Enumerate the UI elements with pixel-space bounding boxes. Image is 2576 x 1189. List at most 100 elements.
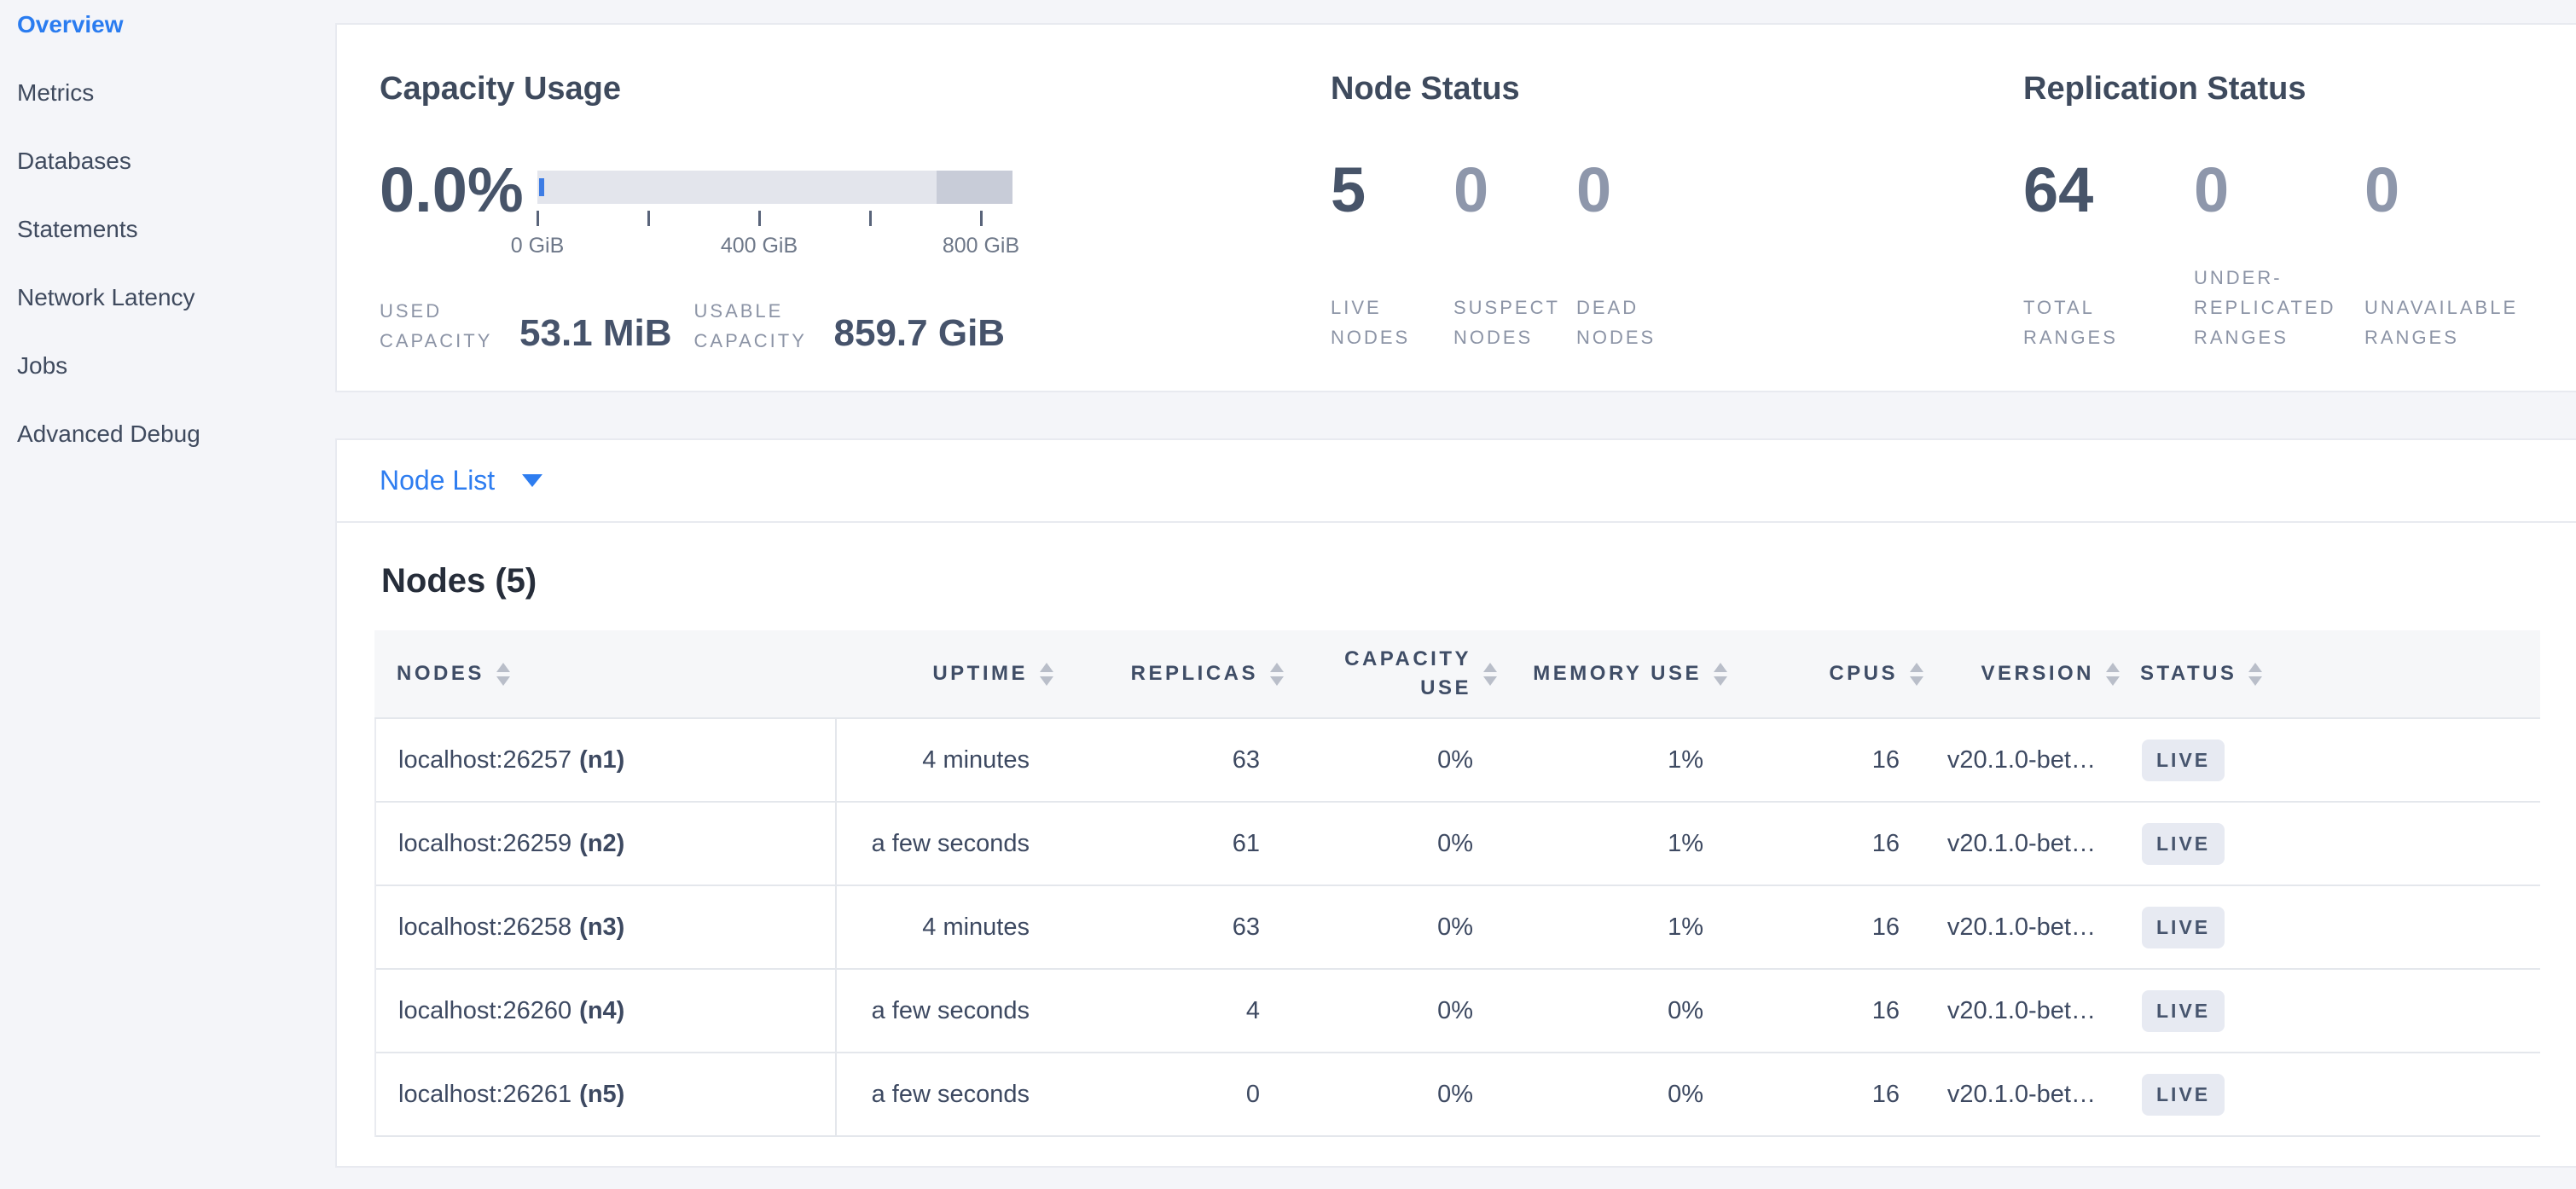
sort-down-icon [1714, 676, 1727, 686]
node-status-stat: 5 LIVE NODES [1331, 158, 1453, 352]
capacity-stats: USED CAPACITY 53.1 MiB USABLE CAPACITY 8… [380, 296, 1331, 352]
column-header[interactable]: MEMORY USE [1511, 630, 1741, 717]
node-id: (n5) [579, 1081, 624, 1109]
column-header[interactable]: CPUS [1741, 630, 1937, 717]
sort-icon [2106, 663, 2120, 686]
node-address-link[interactable]: localhost:26257 [398, 746, 571, 774]
sidebar-item[interactable]: Databases [0, 136, 335, 186]
stat-label: LIVE NODES [1331, 293, 1453, 352]
stat-label: UNAVAILABLE RANGES [2364, 293, 2535, 352]
sidebar-item[interactable]: Metrics [0, 68, 335, 118]
main-content: Capacity Usage 0.0% 0 GiB [335, 0, 2576, 1189]
tick-mark [758, 211, 761, 226]
column-header[interactable]: NODES [374, 630, 835, 717]
node-id: (n3) [579, 914, 624, 942]
replicas-cell: 63 [1069, 719, 1299, 801]
uptime-cell: 4 minutes [837, 719, 1069, 801]
chevron-down-icon [522, 474, 542, 487]
column-header[interactable]: UPTIME [835, 630, 1067, 717]
tick-label: 0 GiB [478, 234, 597, 258]
column-header[interactable]: REPLICAS [1067, 630, 1297, 717]
memory-use-cell: 1% [1512, 719, 1743, 801]
cpus-cell: 16 [1743, 970, 1939, 1052]
column-header-label: MEMORY USE [1533, 659, 1702, 688]
table-row[interactable]: localhost:26261 (n5) a few seconds 0 0% … [376, 1053, 2540, 1137]
tick-mark [980, 211, 983, 226]
nodes-heading: Nodes (5) [381, 562, 2540, 600]
column-header[interactable]: VERSION [1937, 630, 2133, 717]
table-row[interactable]: localhost:26260 (n4) a few seconds 4 0% … [376, 970, 2540, 1053]
node-list-dropdown-label: Node List [380, 465, 495, 496]
node-address-link[interactable]: localhost:26259 [398, 830, 571, 858]
sort-icon [1270, 663, 1284, 686]
node-status-stat: 0 SUSPECT NODES [1453, 158, 1576, 352]
node-list-dropdown[interactable]: Node List [380, 465, 542, 496]
replicas-cell: 0 [1069, 1053, 1299, 1135]
sort-down-icon [1483, 676, 1497, 686]
status-badge: LIVE [2142, 1074, 2225, 1116]
sort-down-icon [496, 676, 510, 686]
sidebar-item[interactable]: Statements [0, 205, 335, 254]
capacity-use-cell: 0% [1299, 886, 1512, 968]
uptime-cell: a few seconds [837, 1053, 1069, 1135]
node-address-link[interactable]: localhost:26260 [398, 997, 571, 1025]
axis-tick: 800 GiB [921, 211, 1041, 258]
nodes-table-body: localhost:26257 (n1) 4 minutes 63 0% 1% … [374, 719, 2540, 1137]
column-header-label: CPUS [1829, 659, 1898, 688]
node-address-link[interactable]: localhost:26261 [398, 1081, 571, 1109]
memory-use-cell: 1% [1512, 886, 1743, 968]
stat-value: 5 [1331, 158, 1453, 223]
axis-tick: 400 GiB [699, 211, 819, 258]
status-cell: LIVE [2135, 803, 2540, 884]
sort-down-icon [2106, 676, 2120, 686]
node-cell: localhost:26261 (n5) [376, 1053, 837, 1135]
node-cell: localhost:26258 (n3) [376, 886, 837, 968]
uptime-cell: a few seconds [837, 970, 1069, 1052]
capacity-bar-chart: 0 GiB 400 GiB [537, 171, 1012, 265]
replicas-cell: 63 [1069, 886, 1299, 968]
node-address-link[interactable]: localhost:26258 [398, 914, 571, 942]
view-selector-bar: Node List [337, 440, 2576, 523]
stat-value: 0 [2364, 158, 2535, 223]
sort-up-icon [1714, 663, 1727, 672]
node-cell: localhost:26259 (n2) [376, 803, 837, 884]
sidebar-item[interactable]: Overview [0, 0, 335, 49]
version-cell: v20.1.0-bet… [1939, 803, 2135, 884]
table-row[interactable]: localhost:26259 (n2) a few seconds 61 0%… [376, 803, 2540, 886]
capacity-stat-label: USED CAPACITY [380, 296, 508, 356]
cluster-summary-card: Capacity Usage 0.0% 0 GiB [335, 23, 2576, 392]
table-row[interactable]: localhost:26258 (n3) 4 minutes 63 0% 1% … [376, 886, 2540, 970]
node-list-card: Node List Nodes (5) NODES [335, 438, 2576, 1168]
replication-status-section: Replication Status 64 TOTAL RANGES 0 UND… [2023, 69, 2535, 391]
column-header[interactable]: CAPACITY USE [1297, 630, 1511, 717]
capacity-use-cell: 0% [1299, 803, 1512, 884]
sidebar-item[interactable]: Network Latency [0, 273, 335, 322]
replicas-cell: 61 [1069, 803, 1299, 884]
memory-use-cell: 1% [1512, 803, 1743, 884]
node-cell: localhost:26260 (n4) [376, 970, 837, 1052]
node-id: (n2) [579, 830, 624, 858]
sort-up-icon [1040, 663, 1053, 672]
capacity-use-cell: 0% [1299, 719, 1512, 801]
capacity-bar-axis: 0 GiB 400 GiB [537, 211, 1012, 265]
replication-stat: 0 UNDER-REPLICATED RANGES [2194, 158, 2364, 352]
status-cell: LIVE [2135, 970, 2540, 1052]
sort-icon [1714, 663, 1727, 686]
stat-value: 0 [1576, 158, 1699, 223]
axis-tick: 0 GiB [478, 211, 597, 258]
section-title: Capacity Usage [380, 69, 1331, 108]
node-id: (n4) [579, 997, 624, 1025]
sidebar-item[interactable]: Jobs [0, 341, 335, 391]
column-header-label: STATUS [2140, 659, 2237, 688]
capacity-use-cell: 0% [1299, 970, 1512, 1052]
stat-label: UNDER-REPLICATED RANGES [2194, 263, 2364, 352]
capacity-usage-section: Capacity Usage 0.0% 0 GiB [380, 69, 1331, 391]
column-header[interactable]: STATUS [2133, 630, 2540, 717]
version-cell: v20.1.0-bet… [1939, 970, 2135, 1052]
table-row[interactable]: localhost:26257 (n1) 4 minutes 63 0% 1% … [376, 719, 2540, 803]
sidebar-item[interactable]: Advanced Debug [0, 409, 335, 459]
stat-value: 0 [1453, 158, 1576, 223]
sort-icon [1483, 663, 1497, 686]
section-title: Node Status [1331, 69, 2023, 108]
tick-mark [647, 211, 650, 226]
